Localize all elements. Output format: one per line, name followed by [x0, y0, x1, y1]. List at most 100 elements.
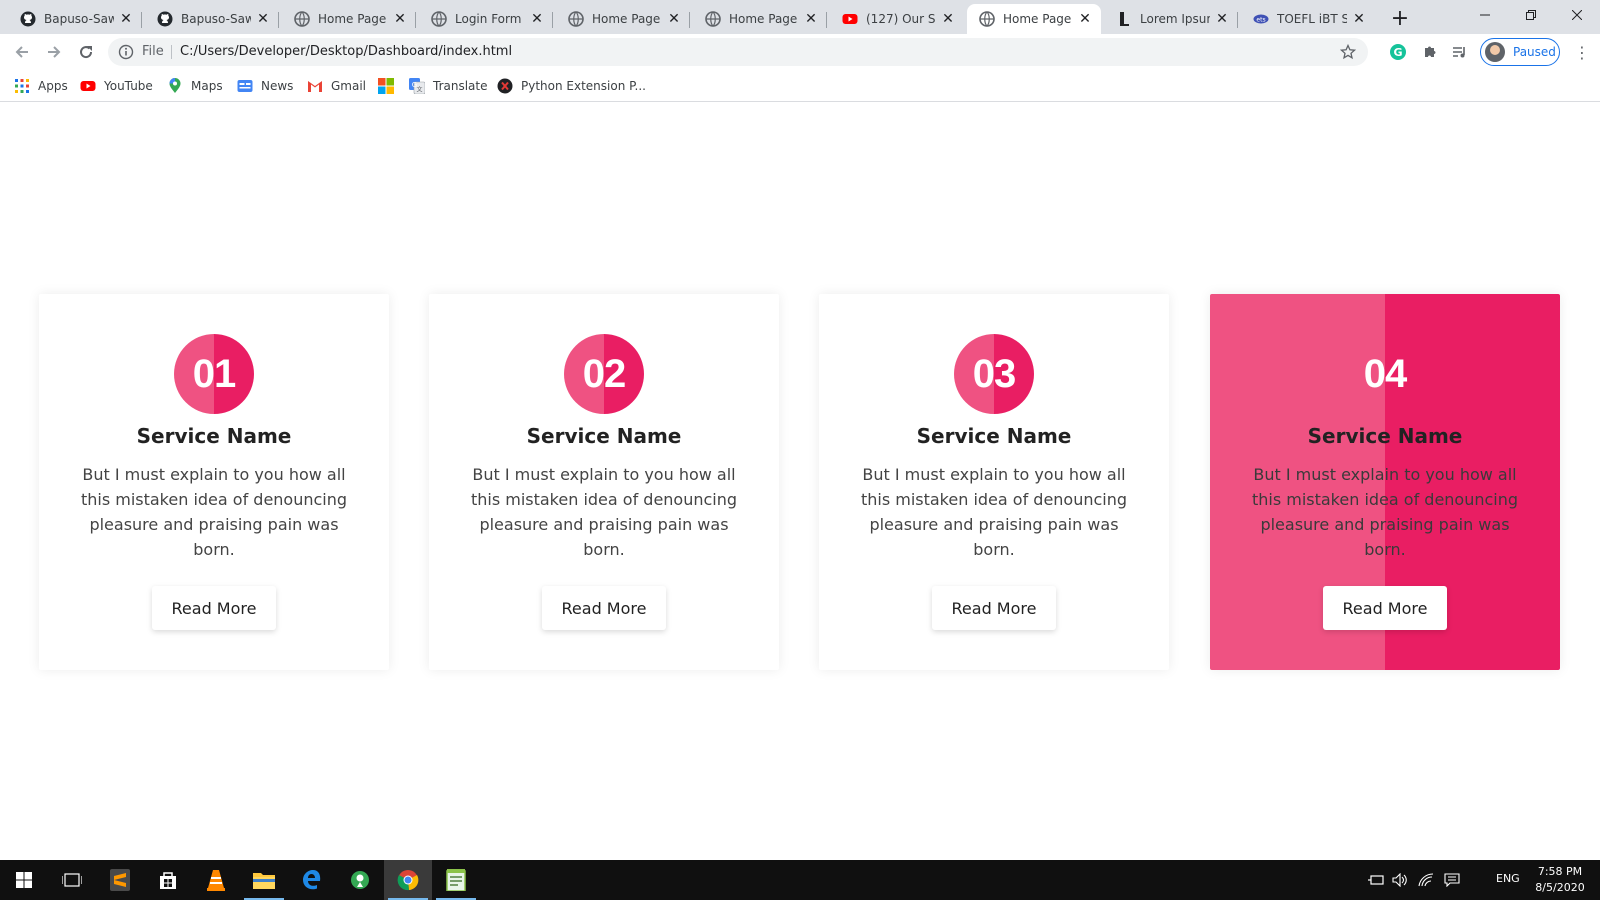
url-text[interactable]: C:/Users/Developer/Desktop/Dashboard/ind…: [180, 44, 512, 59]
back-button[interactable]: [10, 40, 34, 64]
close-tab-icon[interactable]: ✕: [940, 11, 956, 27]
more-menu-icon[interactable]: ⋮: [1572, 42, 1592, 62]
bookmark-star-icon[interactable]: [1338, 42, 1358, 62]
apps-grid-icon: [14, 78, 30, 94]
svg-text:文: 文: [416, 86, 422, 94]
address-bar[interactable]: File C:/Users/Developer/Desktop/Dashboar…: [108, 38, 1368, 66]
tab-title: Home Page: [729, 12, 798, 26]
taskbar-clock[interactable]: 7:58 PM 8/5/2020: [1530, 864, 1590, 896]
bookmarks-bar: Apps YouTube Maps News Gmail G文 Translat…: [0, 70, 1600, 102]
browser-tab[interactable]: Bapuso-Sawant ✕: [145, 4, 279, 34]
profile-button[interactable]: Paused: [1480, 38, 1560, 66]
app-pin-icon[interactable]: [336, 860, 384, 900]
file-explorer-icon[interactable]: [240, 860, 288, 900]
wifi-icon[interactable]: [1418, 872, 1434, 888]
profile-status-label: Paused: [1513, 45, 1556, 59]
edge-icon[interactable]: [288, 860, 336, 900]
grammarly-icon[interactable]: G: [1388, 42, 1408, 62]
service-number: 04: [1363, 351, 1407, 396]
bookmark-apps[interactable]: Apps: [14, 78, 68, 94]
read-more-button[interactable]: Read More: [542, 586, 666, 630]
service-title: Service Name: [916, 424, 1072, 448]
close-tab-icon[interactable]: ✕: [803, 11, 819, 27]
close-tab-icon[interactable]: ✕: [1214, 11, 1230, 27]
bookmark-news[interactable]: News: [237, 78, 293, 94]
sublime-text-icon[interactable]: [96, 860, 144, 900]
gmail-icon: [307, 78, 323, 94]
close-tab-icon[interactable]: ✕: [1077, 11, 1093, 27]
restore-button[interactable]: [1508, 0, 1554, 30]
service-card-featured: 04 Service Name But I must explain to yo…: [1210, 294, 1560, 670]
bookmark-python-extension[interactable]: Python Extension P...: [497, 78, 646, 94]
bookmark-label: Translate: [433, 79, 488, 93]
svg-text:G: G: [1393, 46, 1402, 59]
close-tab-icon[interactable]: ✕: [529, 11, 545, 27]
browser-tab[interactable]: Home Page ✕: [282, 4, 416, 34]
store-icon[interactable]: [144, 860, 192, 900]
start-button[interactable]: [0, 860, 48, 900]
service-number-badge: 02: [564, 334, 644, 414]
tab-title: (127) Our Services: [866, 12, 936, 26]
service-number: 01: [192, 351, 236, 396]
tab-title: Home Page: [318, 12, 387, 26]
bookmark-microsoft[interactable]: [378, 78, 402, 94]
browser-tab[interactable]: Login Form Design ✕: [419, 4, 553, 34]
browser-tab-active[interactable]: Home Page ✕: [967, 4, 1101, 34]
bookmark-label: Python Extension P...: [521, 79, 646, 93]
vlc-icon[interactable]: [192, 860, 240, 900]
notepad-icon[interactable]: [432, 860, 480, 900]
action-center-icon[interactable]: [1444, 872, 1460, 888]
tray-network-adapter-icon[interactable]: [1368, 872, 1384, 888]
info-icon[interactable]: [118, 44, 134, 60]
service-title: Service Name: [136, 424, 292, 448]
page-content: 01 Service Name But I must explain to yo…: [0, 102, 1600, 860]
minimize-button[interactable]: [1462, 0, 1508, 30]
github-icon: [20, 11, 36, 27]
read-more-button[interactable]: Read More: [152, 586, 276, 630]
maps-pin-icon: [167, 78, 183, 94]
close-tab-icon[interactable]: ✕: [255, 11, 271, 27]
read-more-button[interactable]: Read More: [1323, 586, 1447, 630]
close-tab-icon[interactable]: ✕: [392, 11, 408, 27]
bookmark-youtube[interactable]: YouTube: [80, 78, 153, 94]
browser-tab[interactable]: Lorem Ipsum ✕: [1104, 4, 1238, 34]
bookmark-maps[interactable]: Maps: [167, 78, 223, 94]
tab-separator: [415, 12, 416, 28]
browser-tab[interactable]: Home Page ✕: [693, 4, 827, 34]
language-indicator[interactable]: ENG: [1496, 872, 1520, 885]
volume-icon[interactable]: [1392, 872, 1408, 888]
clock-date: 8/5/2020: [1535, 881, 1585, 894]
python-extension-icon: [497, 78, 513, 94]
address-separator: [171, 45, 172, 59]
browser-tab[interactable]: ets TOEFL iBT Speaking ✕: [1241, 4, 1375, 34]
media-queue-icon[interactable]: [1450, 42, 1470, 62]
bookmark-gmail[interactable]: Gmail: [307, 78, 366, 94]
task-view-icon[interactable]: [48, 860, 96, 900]
browser-tab[interactable]: (127) Our Services ✕: [830, 4, 964, 34]
browser-tab[interactable]: Home Page ✕: [556, 4, 690, 34]
extensions-puzzle-icon[interactable]: [1420, 42, 1440, 62]
globe-icon: [979, 11, 995, 27]
service-description: But I must explain to you how all this m…: [470, 465, 738, 559]
browser-tab[interactable]: Bapuso-Sawant ✕: [8, 4, 142, 34]
tab-separator: [826, 12, 827, 28]
close-tab-icon[interactable]: ✕: [118, 11, 134, 27]
service-number: 03: [972, 351, 1016, 396]
bookmark-label: Maps: [191, 79, 223, 93]
service-card: 02 Service Name But I must explain to yo…: [429, 294, 779, 670]
reload-button[interactable]: [74, 40, 98, 64]
close-tab-icon[interactable]: ✕: [1351, 11, 1367, 27]
tab-separator: [689, 12, 690, 28]
tab-title: Lorem Ipsum: [1140, 12, 1210, 26]
new-tab-button[interactable]: +: [1388, 6, 1412, 31]
chrome-icon[interactable]: [384, 860, 432, 900]
ets-icon: ets: [1253, 11, 1269, 27]
close-tab-icon[interactable]: ✕: [666, 11, 682, 27]
close-window-button[interactable]: [1554, 0, 1600, 30]
bookmark-translate[interactable]: G文 Translate: [409, 78, 488, 94]
tab-title: Bapuso-Sawant: [44, 12, 114, 26]
forward-button[interactable]: [42, 40, 66, 64]
windows-taskbar: ENG 7:58 PM 8/5/2020: [0, 860, 1600, 900]
read-more-button[interactable]: Read More: [932, 586, 1056, 630]
url-scheme-label: File: [142, 44, 164, 59]
